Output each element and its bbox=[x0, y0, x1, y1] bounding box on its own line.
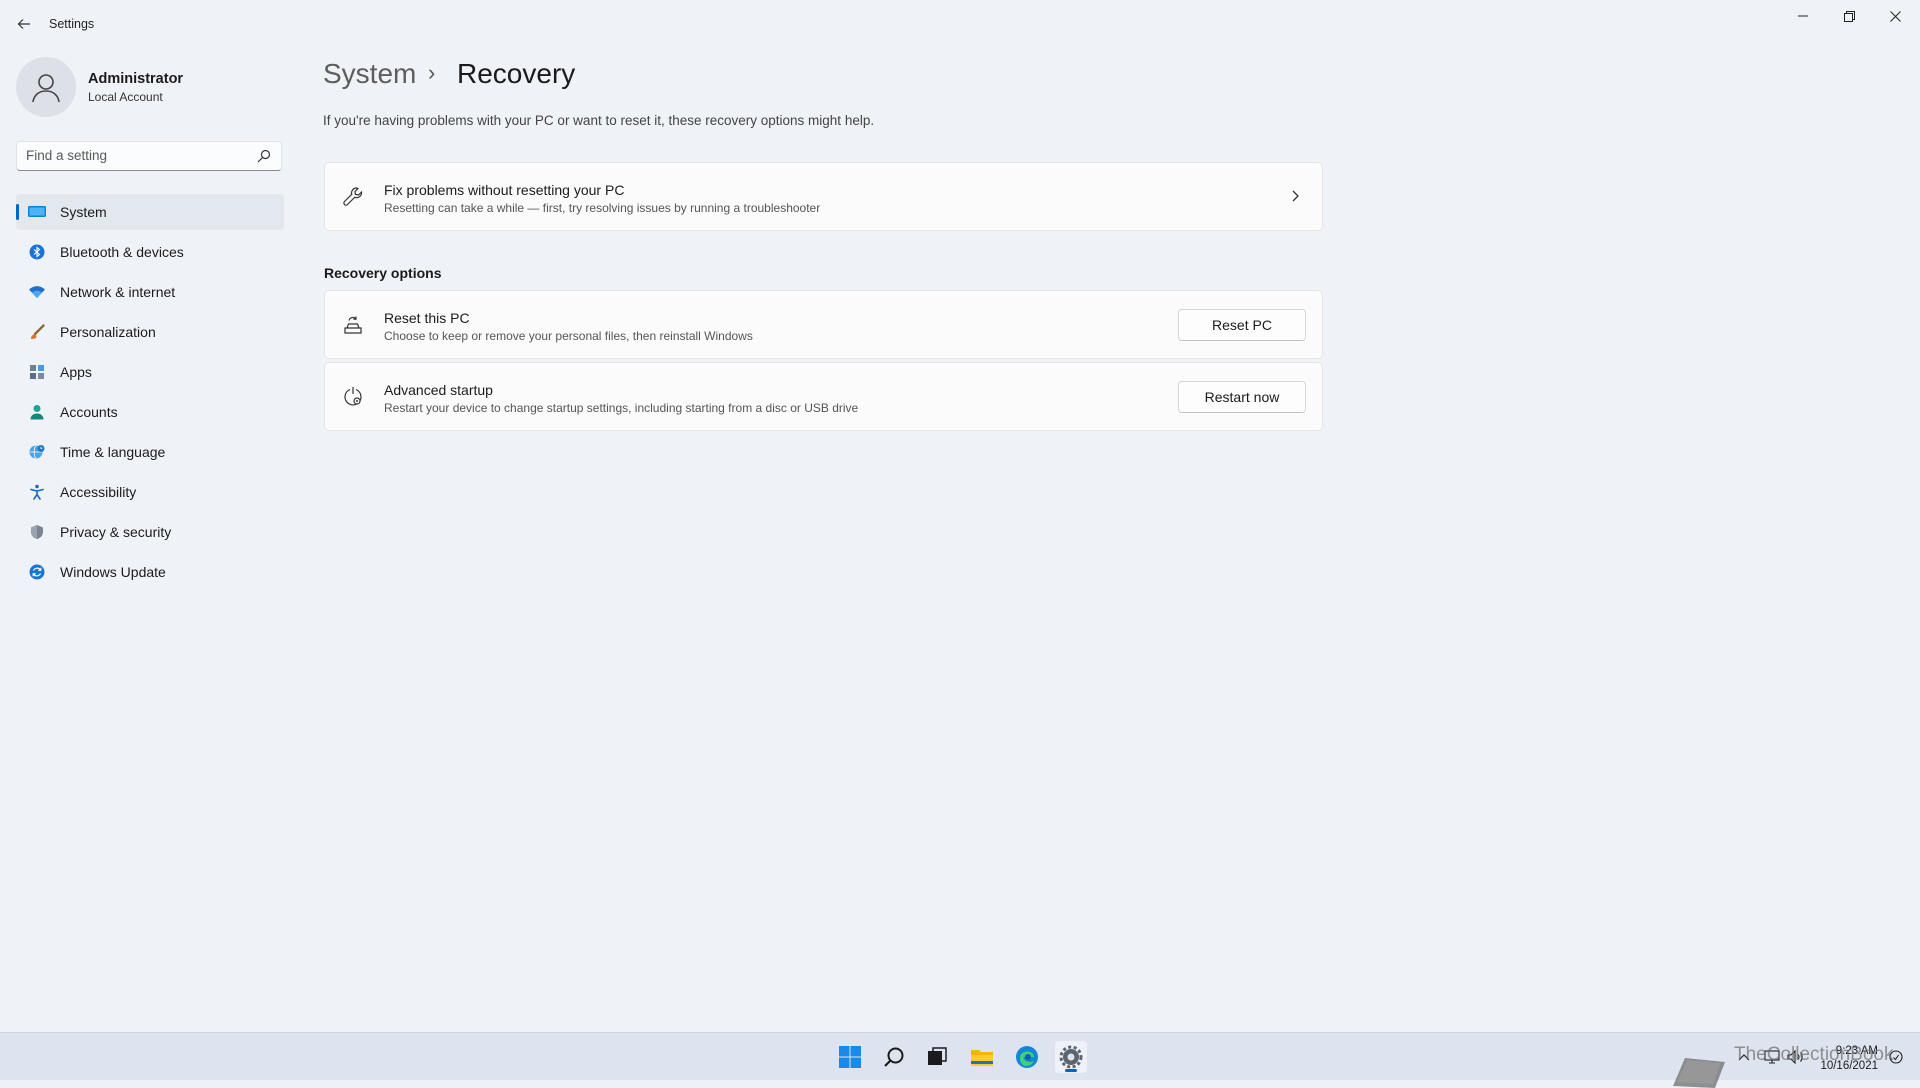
sidebar-item-apps[interactable]: Apps bbox=[16, 354, 284, 390]
accessibility-icon bbox=[28, 483, 46, 501]
update-icon bbox=[28, 563, 46, 581]
recovery-options-header: Recovery options bbox=[324, 265, 442, 281]
settings-window: Settings Administrator Local Account Sys… bbox=[0, 0, 1920, 1032]
bluetooth-icon bbox=[28, 243, 46, 261]
minimize-button[interactable] bbox=[1780, 0, 1826, 32]
user-icon bbox=[32, 74, 60, 103]
reset-pc-title: Reset this PC bbox=[384, 310, 470, 326]
globe-clock-icon bbox=[28, 443, 46, 461]
fix-problems-card[interactable]: Fix problems without resetting your PC R… bbox=[324, 162, 1323, 231]
avatar[interactable] bbox=[16, 57, 76, 117]
settings-icon bbox=[1059, 1045, 1083, 1069]
start-icon bbox=[839, 1046, 861, 1068]
sidebar-item-system[interactable]: System bbox=[16, 194, 284, 230]
sidebar-item-accounts[interactable]: Accounts bbox=[16, 394, 284, 430]
wifi-icon bbox=[28, 283, 46, 301]
reset-pc-subtitle: Choose to keep or remove your personal f… bbox=[384, 329, 753, 343]
close-icon bbox=[1889, 10, 1901, 22]
search-icon[interactable] bbox=[257, 149, 271, 163]
reset-pc-card: Reset this PC Choose to keep or remove y… bbox=[324, 290, 1323, 359]
breadcrumb-separator: › bbox=[428, 60, 436, 85]
advanced-startup-title: Advanced startup bbox=[384, 382, 493, 398]
sidebar-item-label: Accessibility bbox=[60, 484, 137, 500]
edge-icon bbox=[1016, 1046, 1038, 1068]
sidebar-item-time-language[interactable]: Time & language bbox=[16, 434, 284, 470]
fix-problems-subtitle: Resetting can take a while — first, try … bbox=[384, 201, 821, 215]
settings-taskbar-button[interactable] bbox=[1055, 1041, 1087, 1073]
system-display-icon bbox=[28, 203, 46, 221]
accounts-icon bbox=[28, 403, 46, 421]
sidebar-item-label: Accounts bbox=[60, 404, 118, 420]
start-button[interactable] bbox=[834, 1041, 866, 1073]
wrench-icon bbox=[341, 185, 365, 209]
sidebar-item-privacy-security[interactable]: Privacy & security bbox=[16, 514, 284, 550]
restore-button[interactable] bbox=[1826, 0, 1872, 32]
reset-pc-icon bbox=[341, 313, 365, 337]
sidebar-item-label: Network & internet bbox=[60, 284, 176, 300]
back-arrow-icon bbox=[17, 19, 30, 29]
sidebar-item-label: System bbox=[60, 204, 107, 220]
sidebar-item-label: Time & language bbox=[60, 444, 166, 460]
reset-pc-button[interactable]: Reset PC bbox=[1178, 309, 1306, 341]
user-account-type: Local Account bbox=[88, 90, 163, 104]
search-input[interactable] bbox=[26, 148, 246, 163]
page-description: If you're having problems with your PC o… bbox=[323, 113, 875, 128]
close-button[interactable] bbox=[1872, 0, 1918, 32]
chevron-right-icon bbox=[1292, 190, 1299, 202]
minimize-icon bbox=[1798, 15, 1808, 17]
active-app-indicator bbox=[1065, 1069, 1077, 1072]
sidebar-item-label: Windows Update bbox=[60, 564, 166, 580]
advanced-startup-icon bbox=[341, 385, 365, 409]
watermark-text: TheCollectionBook bbox=[1734, 1044, 1894, 1065]
sidebar-item-label: Bluetooth & devices bbox=[60, 244, 184, 260]
file-explorer-icon bbox=[971, 1050, 993, 1066]
sidebar-item-network[interactable]: Network & internet bbox=[16, 274, 284, 310]
sidebar-item-personalization[interactable]: Personalization bbox=[16, 314, 284, 350]
user-name: Administrator bbox=[88, 71, 184, 87]
sidebar-item-bluetooth[interactable]: Bluetooth & devices bbox=[16, 234, 284, 270]
book-logo-icon bbox=[1673, 1058, 1725, 1088]
app-title: Settings bbox=[49, 17, 95, 31]
title-bar: Settings bbox=[0, 0, 1920, 48]
file-explorer-button[interactable] bbox=[966, 1041, 998, 1073]
taskbar: 9:23 AM 10/16/2021 bbox=[0, 1032, 1920, 1080]
shield-icon bbox=[28, 523, 46, 541]
breadcrumb-parent[interactable]: System bbox=[323, 58, 416, 90]
task-view-icon bbox=[928, 1047, 947, 1065]
sidebar-item-label: Personalization bbox=[60, 324, 156, 340]
page-title: Recovery bbox=[457, 58, 576, 89]
back-button[interactable] bbox=[14, 12, 34, 36]
advanced-startup-subtitle: Restart your device to change startup se… bbox=[384, 401, 859, 415]
search-icon bbox=[884, 1047, 904, 1067]
sidebar-nav: System Bluetooth & devices Network & int… bbox=[16, 194, 284, 594]
search-box[interactable] bbox=[16, 141, 282, 171]
edge-button[interactable] bbox=[1011, 1041, 1043, 1073]
restart-now-button[interactable]: Restart now bbox=[1178, 381, 1306, 413]
restore-icon bbox=[1843, 10, 1855, 22]
advanced-startup-card: Advanced startup Restart your device to … bbox=[324, 362, 1323, 431]
sidebar-item-label: Apps bbox=[60, 364, 92, 380]
task-view-button[interactable] bbox=[921, 1041, 953, 1073]
taskbar-search-button[interactable] bbox=[878, 1041, 910, 1073]
sidebar-item-windows-update[interactable]: Windows Update bbox=[16, 554, 284, 590]
apps-icon bbox=[28, 363, 46, 381]
fix-problems-title: Fix problems without resetting your PC bbox=[384, 182, 625, 198]
brush-icon bbox=[28, 323, 46, 341]
sidebar-item-accessibility[interactable]: Accessibility bbox=[16, 474, 284, 510]
sidebar-item-label: Privacy & security bbox=[60, 524, 172, 540]
